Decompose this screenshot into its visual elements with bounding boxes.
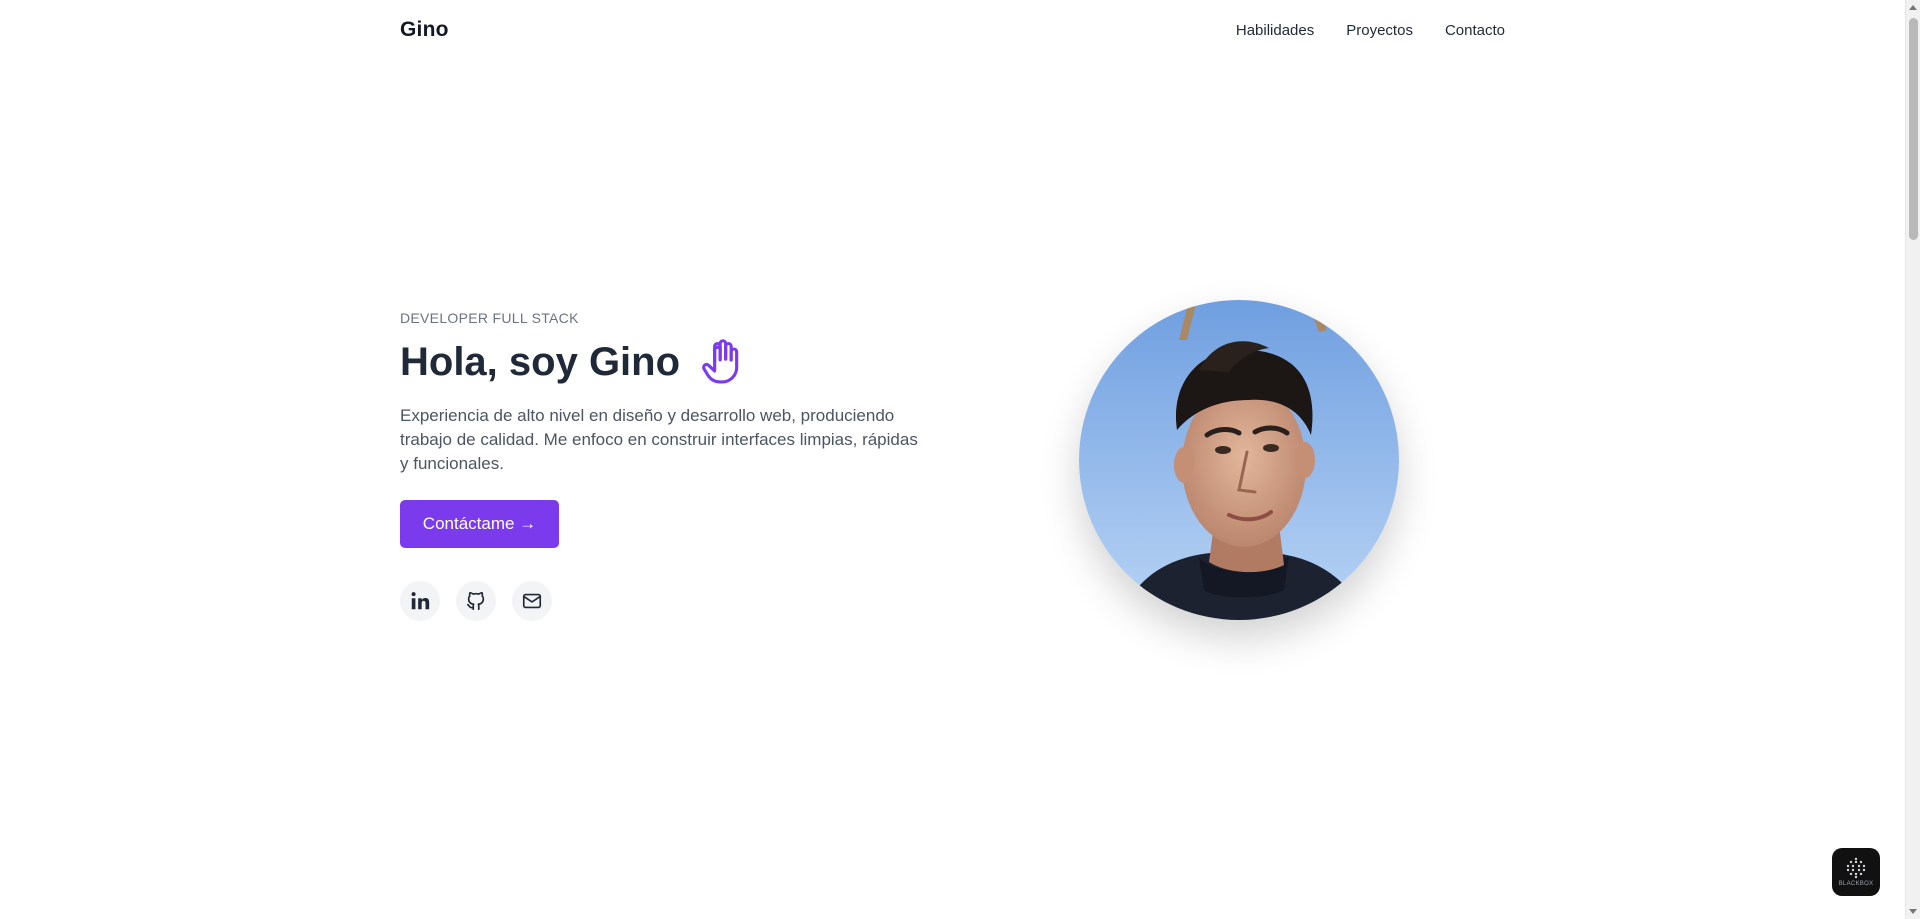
mail-link[interactable] (512, 581, 552, 621)
nav-item-contacto[interactable]: Contacto (1445, 22, 1505, 39)
nav-item-proyectos[interactable]: Proyectos (1346, 22, 1413, 39)
mail-icon (522, 593, 542, 609)
hero-intro: DEVELOPER FULL STACK Hola, soy Gino Expe… (400, 310, 940, 621)
linkedin-icon (411, 592, 430, 610)
dot-grid-icon (1846, 857, 1866, 879)
blackbox-widget[interactable]: BLACKBOX (1832, 848, 1880, 896)
hero-eyebrow: DEVELOPER FULL STACK (400, 310, 579, 326)
vertical-scrollbar[interactable] (1905, 0, 1920, 919)
social-links (400, 581, 940, 621)
main-nav: Habilidades Proyectos Contacto (1236, 22, 1505, 39)
nav-item-habilidades[interactable]: Habilidades (1236, 22, 1314, 39)
raised-hand-icon (700, 338, 744, 386)
scrollbar-thumb[interactable] (1909, 18, 1918, 240)
contact-button[interactable]: Contáctame → (400, 500, 559, 548)
hero-title: Hola, soy Gino (400, 340, 681, 384)
hero-title-row: Hola, soy Gino (400, 338, 940, 386)
site-logo[interactable]: Gino (400, 18, 449, 42)
github-icon (466, 591, 485, 611)
linkedin-link[interactable] (400, 581, 440, 621)
github-link[interactable] (456, 581, 496, 621)
widget-label: BLACKBOX (1838, 881, 1874, 887)
scroll-up-icon[interactable] (1909, 5, 1917, 10)
page: Gino Habilidades Proyectos Contacto DEVE… (0, 0, 1920, 919)
scroll-down-icon[interactable] (1909, 909, 1917, 914)
profile-photo (1079, 300, 1399, 620)
site-header: Gino Habilidades Proyectos Contacto (400, 0, 1505, 60)
hero-description: Experiencia de alto nivel en diseño y de… (400, 406, 918, 473)
